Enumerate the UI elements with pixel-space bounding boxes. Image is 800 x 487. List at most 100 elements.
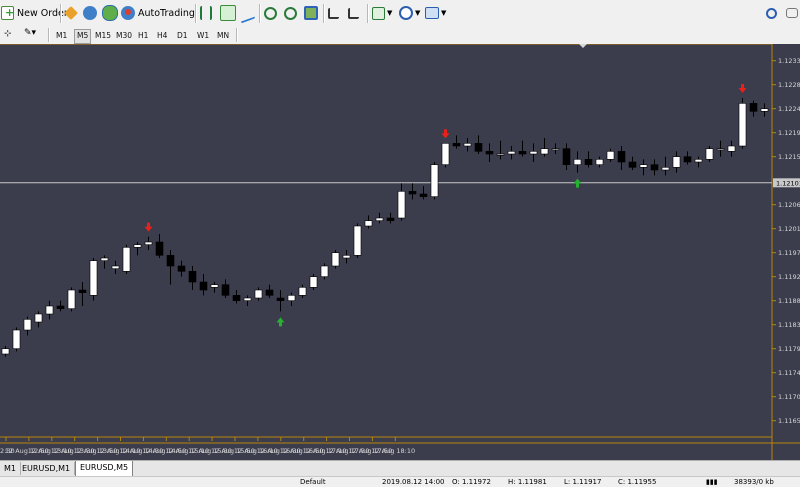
- bull-candle: [353, 225, 362, 256]
- bear-candle: [155, 241, 164, 256]
- bull-candle: [639, 164, 648, 168]
- bull-candle: [254, 289, 263, 299]
- price-tick-label: 1.11745: [778, 369, 800, 377]
- timeframe-m1[interactable]: M1: [54, 29, 69, 42]
- zoom-out-icon: [284, 6, 297, 20]
- timeframe-w1[interactable]: W1: [195, 29, 211, 42]
- server-icon: [83, 6, 97, 20]
- zoom-out-button[interactable]: [284, 3, 297, 23]
- candlestick-chart-button[interactable]: [220, 3, 236, 23]
- bull-candle: [12, 329, 21, 349]
- price-tick-label: 1.11880: [778, 297, 800, 305]
- search-button[interactable]: [766, 3, 777, 23]
- sell-arrow-icon: [144, 222, 153, 232]
- status-low: L: 1.11917: [564, 478, 602, 486]
- bull-candle: [375, 217, 384, 221]
- timeframe-h4[interactable]: H4: [155, 29, 169, 42]
- bull-candle: [760, 108, 769, 112]
- auto-scroll-button[interactable]: [348, 3, 359, 23]
- meta-editor-button[interactable]: [64, 3, 78, 23]
- status-close: C: 1.11955: [618, 478, 657, 486]
- timeframe-m5[interactable]: M5: [74, 29, 92, 44]
- candlestick-icon: [220, 5, 236, 21]
- indicators-button[interactable]: ▼: [372, 3, 392, 23]
- templates-button[interactable]: ▼: [425, 3, 446, 23]
- main-toolbar: + New Order AutoTrading ▼ ▼ ▼: [0, 0, 800, 28]
- bear-candle: [628, 161, 637, 168]
- bull-candle: [507, 151, 516, 155]
- toolbar-divider: [60, 4, 62, 23]
- bear-candle: [56, 305, 65, 309]
- sell-arrow-icon: [441, 129, 450, 139]
- price-tick-label: 1.12195: [778, 129, 800, 137]
- status-open: O: 1.11972: [452, 478, 491, 486]
- bull-candle: [672, 156, 681, 168]
- bull-candle: [606, 151, 615, 160]
- bull-candle: [342, 255, 351, 259]
- chat-icon: [786, 8, 798, 18]
- tab-eurusd-m1[interactable]: EURUSD,M1: [18, 462, 76, 475]
- zoom-in-button[interactable]: [264, 3, 277, 23]
- chevron-down-icon: ▼: [441, 9, 447, 17]
- toolbar-divider: [259, 4, 261, 23]
- market-watch-button[interactable]: [83, 3, 97, 23]
- new-order-button[interactable]: + New Order: [1, 3, 68, 23]
- bull-candle: [694, 159, 703, 163]
- price-tick-label: 1.11790: [778, 345, 800, 353]
- globe-icon: [102, 5, 118, 21]
- bull-candle: [716, 148, 725, 151]
- timeframe-h1[interactable]: H1: [136, 29, 150, 42]
- line-studies-button[interactable]: ✎▾: [24, 28, 36, 38]
- time-tick-label: 12 Aug 18:10: [371, 447, 415, 455]
- price-tick-label: 1.11925: [778, 273, 800, 281]
- bull-candle: [320, 265, 329, 277]
- bull-candle: [397, 191, 406, 219]
- bear-candle: [562, 148, 571, 165]
- bull-candle: [463, 143, 472, 147]
- chart-shift-icon: [328, 7, 339, 19]
- timeframe-m30[interactable]: M30: [114, 29, 134, 42]
- navigator-button[interactable]: [102, 3, 118, 23]
- toolbar-divider: [236, 28, 238, 42]
- bull-candle: [573, 159, 582, 165]
- toolbar-divider: [48, 28, 50, 42]
- signal-arrows: [144, 84, 747, 327]
- timeframe-m15[interactable]: M15: [93, 29, 113, 42]
- chevron-down-icon: ▼: [387, 9, 393, 17]
- toolbar-divider: [195, 4, 197, 23]
- chart-shift-button[interactable]: [328, 3, 339, 23]
- periods-button[interactable]: ▼: [399, 3, 420, 23]
- buy-arrow-icon: [573, 178, 582, 188]
- status-datetime: 2019.08.12 14:00: [382, 478, 445, 486]
- bull-candle: [441, 143, 450, 165]
- bull-candle: [595, 159, 604, 165]
- bear-candle: [474, 143, 483, 152]
- bull-candle: [430, 164, 439, 197]
- tile-windows-icon: [304, 6, 318, 20]
- bar-chart-button[interactable]: [200, 3, 212, 23]
- timeframe-mn[interactable]: MN: [215, 29, 231, 42]
- bull-candle: [67, 289, 76, 309]
- search-icon: [766, 7, 777, 19]
- auto-trading-icon: [121, 6, 135, 20]
- tile-windows-button[interactable]: [304, 3, 318, 23]
- bear-candle: [221, 284, 230, 296]
- bear-candle: [617, 151, 626, 163]
- bull-candle: [705, 148, 714, 160]
- auto-trading-button[interactable]: AutoTrading: [121, 3, 195, 23]
- chat-button[interactable]: [786, 3, 798, 23]
- tab-eurusd-m5[interactable]: EURUSD,M5: [75, 461, 134, 477]
- chart-canvas[interactable]: 1.12330 1.12285 1.12240 1.12195 1.12150 1.120…: [0, 44, 800, 460]
- chart-shift-marker[interactable]: [579, 44, 587, 48]
- bear-candle: [265, 289, 274, 296]
- bull-candle: [364, 220, 373, 227]
- timeframe-d1[interactable]: D1: [175, 29, 190, 42]
- bull-candle: [100, 257, 109, 261]
- crosshair-tool[interactable]: ⊹: [4, 29, 12, 39]
- bull-candle: [287, 295, 296, 301]
- price-chart[interactable]: 1.12330 1.12285 1.12240 1.12195 1.12150 1.120…: [0, 44, 800, 460]
- buy-arrow-icon: [276, 317, 285, 327]
- candles-group: [1, 98, 769, 357]
- diamond-icon: [64, 6, 78, 20]
- line-chart-button[interactable]: [241, 2, 255, 24]
